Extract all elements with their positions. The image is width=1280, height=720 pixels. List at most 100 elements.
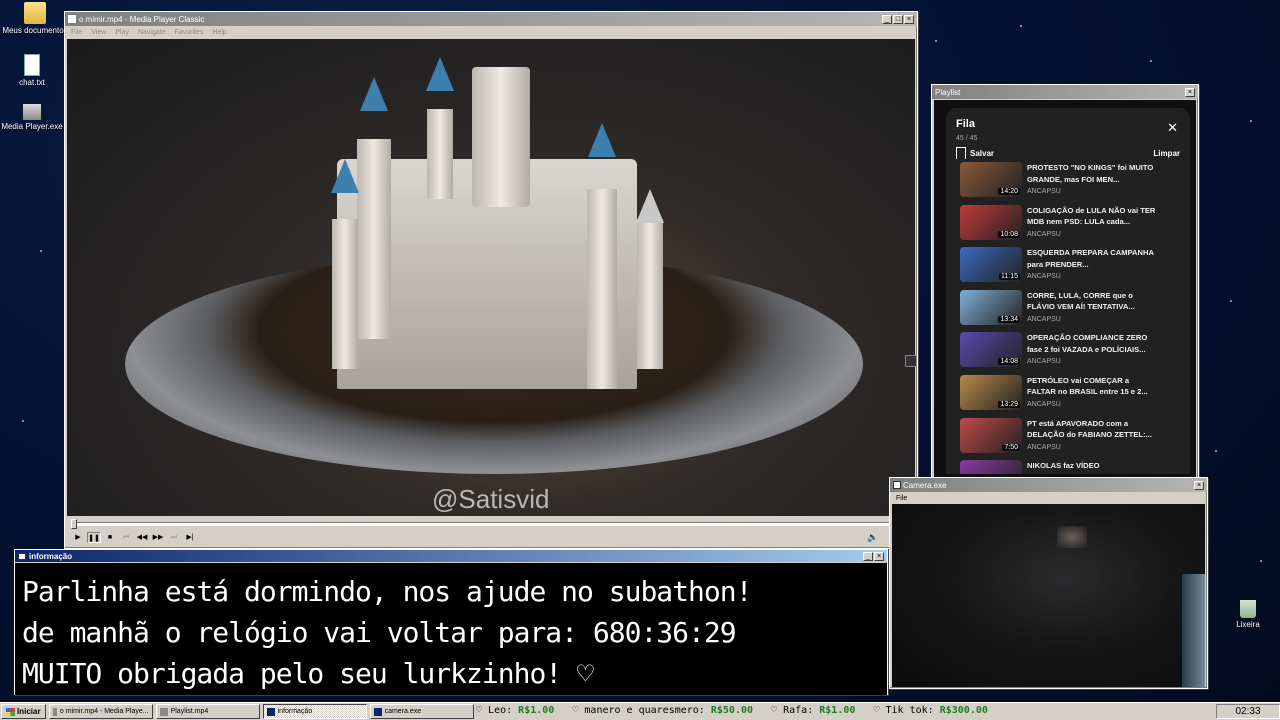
- heart-icon: ♡: [771, 705, 784, 716]
- rewind-icon[interactable]: ◀◀: [135, 532, 149, 543]
- play-icon[interactable]: ▶: [71, 532, 85, 543]
- system-clock[interactable]: 02:33: [1216, 704, 1280, 719]
- window-title: o mimir.mp4 - Media Player Classic: [79, 14, 205, 24]
- taskbar-item-media-player[interactable]: o mimir.mp4 - Media Playe...: [48, 704, 153, 719]
- video-title: NIKOLAS faz VÍDEO: [1027, 461, 1100, 471]
- castle-roof: [588, 123, 616, 157]
- info-window: informação _ × Parlinha está dormindo, n…: [14, 549, 888, 695]
- seek-handle[interactable]: [71, 519, 77, 529]
- star: [40, 250, 42, 252]
- clear-button[interactable]: Limpar: [1153, 149, 1180, 158]
- queue-item[interactable]: 14:20 PROTESTO "NO KINGS" foi MUITO GRAN…: [946, 162, 1190, 205]
- star: [1260, 560, 1262, 562]
- desktop-icon-media-player[interactable]: Media Player.exe: [0, 104, 67, 131]
- desktop-icon-label: Meus documentos: [2, 26, 68, 35]
- menu-navigate[interactable]: Navigate: [138, 29, 166, 36]
- taskbar-item-info[interactable]: informação: [262, 704, 367, 719]
- queue-item[interactable]: 7:50 PT está APAVORADO com a DELAÇÃO do …: [946, 417, 1190, 461]
- close-icon[interactable]: ✕: [1167, 120, 1178, 136]
- queue-count: 45 / 45: [956, 135, 978, 142]
- info-line: de manhã o relógio vai voltar para: 680:…: [22, 616, 737, 649]
- windows-logo-icon: [6, 707, 15, 716]
- taskbar-item-camera[interactable]: camera.exe: [369, 704, 474, 719]
- task-label: o mimir.mp4 - Media Playe...: [59, 708, 149, 715]
- queue-item[interactable]: 11:15 ESQUERDA PREPARA CAMPANHA para PRE…: [946, 247, 1190, 290]
- video-title: PROTESTO "NO KINGS" foi MUITO GRANDE, ma…: [1027, 163, 1154, 184]
- close-button[interactable]: ×: [874, 551, 884, 561]
- desktop-icon-my-documents[interactable]: Meus documentos: [0, 2, 70, 35]
- menu-play[interactable]: Play: [115, 29, 129, 36]
- queue-panel: Fila 45 / 45 ✕ Salvar Limpar 14:20 PROTE…: [946, 108, 1190, 474]
- media-player-titlebar[interactable]: o mimir.mp4 - Media Player Classic _ □ ×: [65, 12, 917, 26]
- seek-bar[interactable]: [71, 519, 891, 529]
- window-title: Camera.exe: [903, 480, 947, 490]
- queue-list: 14:20 PROTESTO "NO KINGS" foi MUITO GRAN…: [946, 162, 1190, 474]
- info-line: MUITO obrigada pelo seu lurkzinho! ♡: [22, 657, 594, 690]
- menu-view[interactable]: View: [91, 29, 106, 36]
- resize-handle-icon[interactable]: [905, 355, 917, 367]
- video-frame[interactable]: @Satisvid: [67, 39, 915, 516]
- minimize-button[interactable]: _: [863, 551, 873, 561]
- pause-icon[interactable]: ❚❚: [87, 532, 101, 543]
- stop-icon[interactable]: ■: [103, 532, 117, 543]
- donation-amount: R$1.00: [518, 705, 555, 716]
- queue-item[interactable]: NIKOLAS faz VÍDEO: [946, 460, 1190, 474]
- volume-icon[interactable]: 🔈: [867, 532, 878, 543]
- taskbar-item-playlist[interactable]: Playlist.mp4: [155, 704, 260, 719]
- video-thumbnail: 10:08: [960, 204, 1022, 240]
- window-icon: [266, 707, 275, 716]
- app-icon: [18, 552, 26, 560]
- desktop-icon-recycle-bin[interactable]: Lixeira: [1213, 600, 1280, 629]
- playlist-window: Playlist × Fila 45 / 45 ✕ Salvar Limpar …: [931, 84, 1199, 484]
- fast-forward-icon[interactable]: ▶▶: [151, 532, 165, 543]
- menu-favorites[interactable]: Favorites: [175, 29, 204, 36]
- video-duration: 14:08: [998, 358, 1020, 366]
- save-button[interactable]: Salvar: [956, 147, 994, 159]
- close-button[interactable]: ×: [1185, 87, 1195, 97]
- castle-roof: [331, 159, 359, 193]
- castle-tower: [472, 67, 530, 207]
- channel-name: ANCAPSU: [1027, 315, 1061, 323]
- menu-help[interactable]: Help: [212, 29, 226, 36]
- minimize-button[interactable]: _: [882, 14, 892, 24]
- video-watermark: @Satisvid: [432, 484, 550, 514]
- queue-item[interactable]: 10:08 COLIGAÇÃO de LULA NÃO vai TER MDB …: [946, 204, 1190, 248]
- star: [1215, 450, 1217, 452]
- video-thumbnail: 14:08: [960, 332, 1022, 368]
- window-icon: [373, 707, 382, 716]
- donor-name: manero e quaresmero:: [584, 705, 705, 716]
- info-line: Parlinha está dormindo, nos ajude no sub…: [22, 575, 752, 608]
- star: [1150, 60, 1152, 62]
- donation-amount: R$300.00: [939, 705, 988, 716]
- video-thumbnail: 13:34: [960, 289, 1022, 325]
- desktop-icon-label: Lixeira: [1236, 620, 1260, 629]
- next-icon[interactable]: ⏭: [167, 532, 181, 543]
- star: [1230, 300, 1232, 302]
- folder-icon: [24, 2, 46, 24]
- video-title: PT está APAVORADO com a DELAÇÃO do FABIA…: [1027, 418, 1152, 440]
- menu-file[interactable]: File: [896, 495, 907, 502]
- camera-titlebar[interactable]: Camera.exe ×: [890, 478, 1207, 492]
- video-duration: 13:29: [998, 400, 1020, 408]
- info-titlebar[interactable]: informação _ ×: [15, 550, 887, 562]
- queue-item[interactable]: 13:29 PETRÓLEO vai COMEÇAR a FALTAR no B…: [946, 374, 1190, 418]
- desktop-icon-label: Media Player.exe: [1, 122, 63, 131]
- frame-step-icon[interactable]: ▶|: [183, 532, 197, 543]
- start-button[interactable]: Iniciar: [1, 704, 46, 719]
- maximize-button[interactable]: □: [893, 14, 903, 24]
- playlist-titlebar[interactable]: Playlist ×: [932, 85, 1198, 99]
- save-label: Salvar: [970, 148, 995, 158]
- heart-icon: ♡: [873, 705, 886, 716]
- previous-icon[interactable]: ⏮: [119, 532, 133, 543]
- star: [22, 420, 24, 422]
- channel-name: ANCAPSU: [1027, 230, 1061, 238]
- start-label: Iniciar: [17, 707, 41, 716]
- queue-item[interactable]: 13:34 CORRE, LULA, CORRE que o FLÁVIO VE…: [946, 289, 1190, 333]
- star: [1250, 120, 1252, 122]
- menu-file[interactable]: File: [71, 29, 82, 36]
- close-button[interactable]: ×: [1194, 480, 1204, 490]
- queue-item[interactable]: 14:08 OPERAÇÃO COMPLIANCE ZERO fase 2 fo…: [946, 332, 1190, 375]
- desktop-icon-chat-txt[interactable]: chat.txt: [0, 54, 67, 87]
- channel-name: ANCAPSU: [1027, 358, 1061, 366]
- close-button[interactable]: ×: [904, 14, 914, 24]
